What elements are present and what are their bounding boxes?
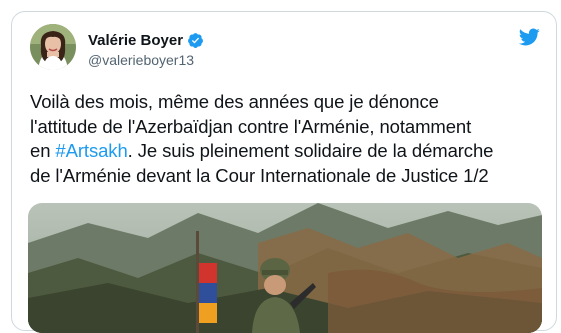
author-handle[interactable]: @valerieboyer13 bbox=[88, 52, 204, 68]
author-info: Valérie Boyer @valerieboyer13 bbox=[88, 30, 204, 68]
author-avatar[interactable] bbox=[30, 24, 76, 70]
tweet-text: Voilà des mois, même des années que je d… bbox=[30, 90, 550, 188]
twitter-bird-icon[interactable] bbox=[516, 26, 542, 48]
author-display-name[interactable]: Valérie Boyer bbox=[88, 32, 183, 49]
author-name-row: Valérie Boyer bbox=[88, 30, 204, 50]
hashtag-link[interactable]: #Artsakh bbox=[55, 140, 127, 161]
tweet-card[interactable]: Valérie Boyer @valerieboyer13 Voilà des … bbox=[11, 11, 557, 333]
verified-badge-icon bbox=[188, 32, 203, 48]
tweet-media-photo[interactable] bbox=[28, 203, 542, 333]
